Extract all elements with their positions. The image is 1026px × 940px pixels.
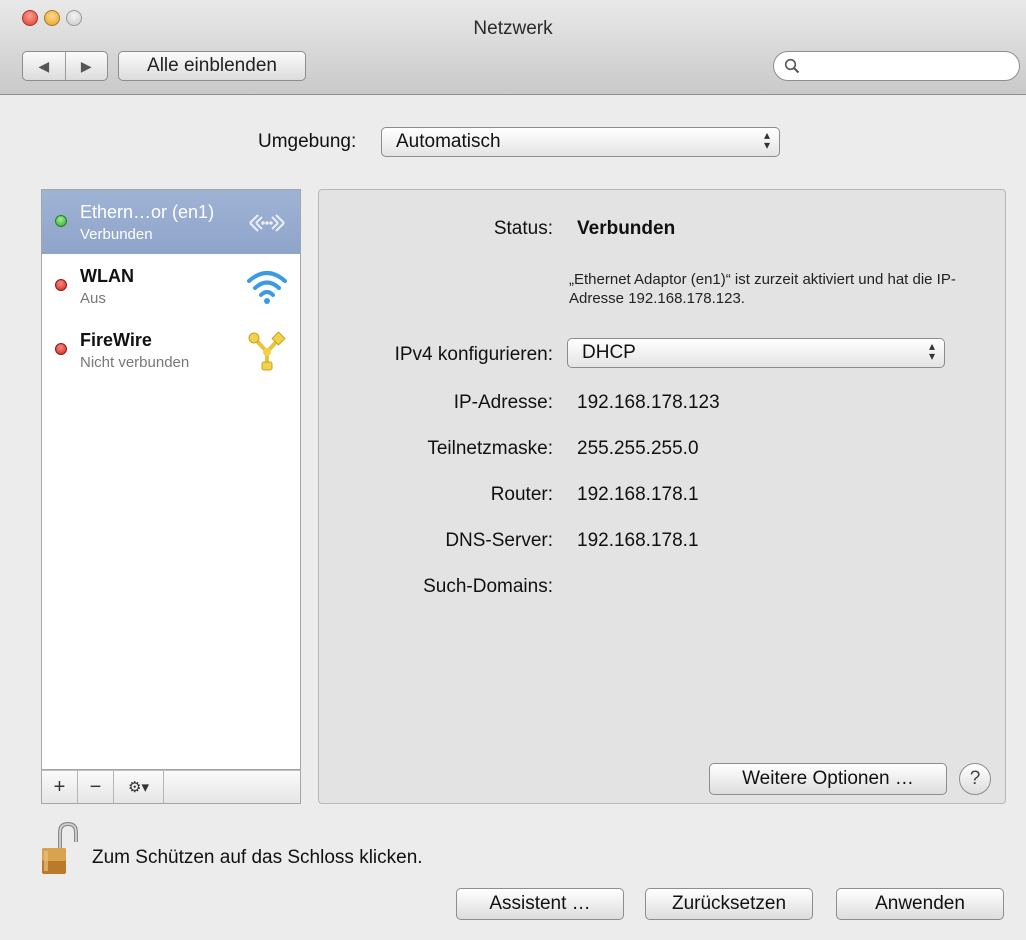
ipv4-config-label: IPv4 konfigurieren: (394, 344, 553, 365)
status-dot-icon (55, 279, 67, 291)
service-status: Aus (80, 290, 106, 307)
search-input[interactable] (806, 56, 1019, 76)
subnet-mask-label: Teilnetzmaske: (427, 438, 553, 459)
status-label: Status: (493, 218, 553, 239)
service-name: WLAN (80, 266, 134, 286)
ethernet-icon (249, 214, 285, 232)
apply-button[interactable]: Anwenden (836, 888, 1004, 920)
ip-address-label: IP-Adresse: (453, 392, 553, 413)
status-description: „Ethernet Adaptor (en1)“ ist zurzeit akt… (569, 271, 956, 307)
forward-button[interactable]: ▶ (66, 52, 108, 80)
show-all-button[interactable]: Alle einblenden (118, 51, 306, 81)
location-popup[interactable]: Automatisch ▴ ▾ (381, 127, 780, 157)
unlocked-padlock-icon[interactable] (40, 822, 84, 876)
back-button[interactable]: ◀ (23, 52, 66, 80)
location-value: Automatisch (396, 131, 501, 152)
router-value: 192.168.178.1 (577, 484, 699, 505)
status-dot-icon (55, 343, 67, 355)
search-field[interactable] (773, 51, 1020, 81)
status-dot-icon (55, 215, 67, 227)
service-name: Ethern…or (en1) (80, 202, 215, 222)
location-label: Umgebung: (258, 131, 357, 152)
ipv4-config-popup[interactable]: DHCP ▴ ▾ (567, 338, 945, 368)
add-service-button[interactable]: + (42, 771, 78, 803)
help-button[interactable]: ? (959, 763, 991, 795)
action-menu-button[interactable]: ⚙▾ (114, 771, 164, 803)
status-value: Verbunden (577, 218, 676, 239)
advanced-options-button[interactable]: Weitere Optionen … (709, 763, 947, 795)
forward-arrow-icon: ▶ (80, 57, 92, 74)
service-detail-pane: Status: Verbunden „Ethernet Adaptor (en1… (318, 189, 1006, 804)
search-domains-label: Such-Domains: (423, 576, 553, 597)
popup-arrows-icon: ▴ ▾ (928, 339, 935, 363)
service-status: Verbunden (80, 226, 153, 243)
popup-arrows-icon: ▴ ▾ (763, 128, 770, 152)
service-item-firewire[interactable]: FireWire Nicht verbunden (42, 318, 300, 382)
subnet-mask-value: 255.255.255.0 (577, 438, 699, 459)
service-item-ethernet[interactable]: Ethern…or (en1) Verbunden (42, 190, 300, 254)
router-label: Router: (490, 484, 553, 505)
remove-service-button[interactable]: − (78, 771, 114, 803)
dns-server-label: DNS-Server: (445, 530, 553, 551)
assistant-button[interactable]: Assistent … (456, 888, 624, 920)
service-status: Nicht verbunden (80, 354, 190, 371)
revert-button[interactable]: Zurücksetzen (645, 888, 813, 920)
back-forward-control: ◀ ▶ (22, 51, 108, 81)
service-list: Ethern…or (en1) Verbunden WLAN Aus FireW… (41, 189, 301, 770)
wifi-icon (247, 271, 287, 304)
service-item-wlan[interactable]: WLAN Aus (42, 254, 300, 318)
magnifier-icon (784, 58, 800, 74)
service-name: FireWire (80, 330, 152, 350)
window-title: Netzwerk (473, 18, 553, 39)
lock-instruction-text: Zum Schützen auf das Schloss klicken. (92, 847, 423, 868)
ip-address-value: 192.168.178.123 (577, 392, 720, 413)
firewire-icon (248, 331, 286, 371)
dns-server-value: 192.168.178.1 (577, 530, 699, 551)
back-arrow-icon: ◀ (38, 57, 50, 74)
service-list-toolbar: + − ⚙▾ (41, 770, 301, 804)
title-bar: Netzwerk ◀ ▶ Alle einblenden (0, 0, 1026, 95)
ipv4-config-value: DHCP (582, 342, 636, 363)
